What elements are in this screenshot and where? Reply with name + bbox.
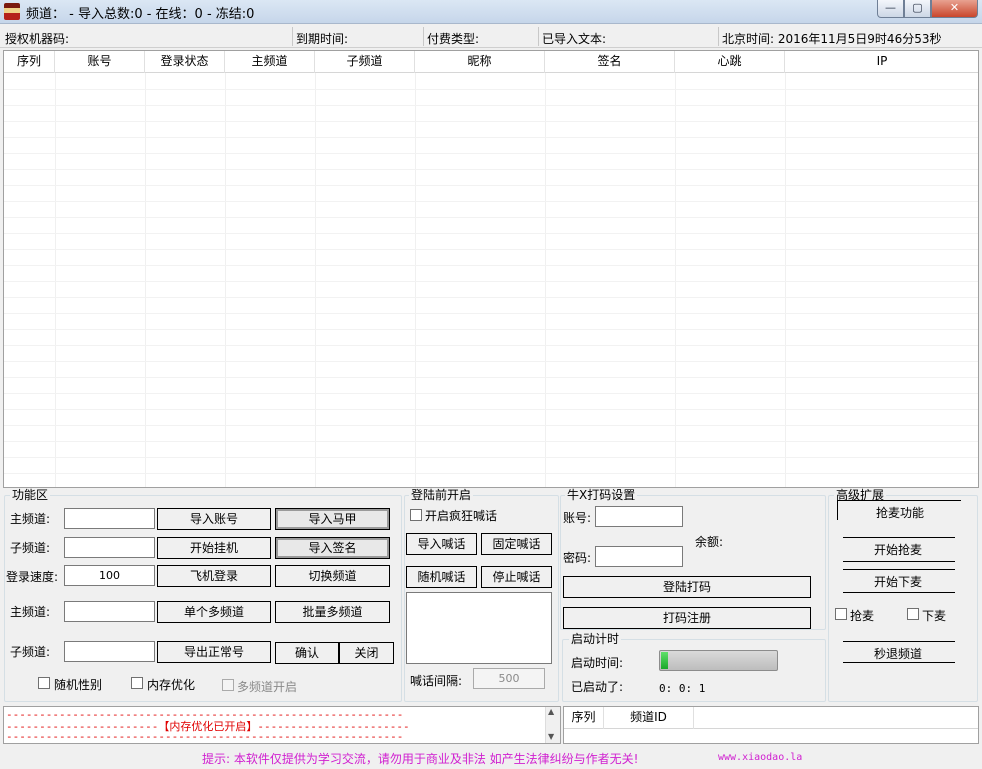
col-nickname[interactable]: 昵称 [415,51,545,73]
footer-notice: 提示: 本软件仅提供为学习交流，请勿用于商业及非法 如产生法律纠纷与作者无关! [202,752,639,766]
function-legend: 功能区 [10,488,51,502]
channel-list-header: 序列 频道ID [564,707,978,729]
down-mic-checkbox[interactable] [907,608,919,620]
captcha-account-label: 账号: [563,511,592,525]
title-bar[interactable]: 频道： - 导入总数:0 - 在线：0 - 冻结:0 — ▢ ✕ [0,0,982,24]
captcha-account-input[interactable] [595,506,683,527]
random-shout-button[interactable]: 随机喊话 [406,566,477,588]
sub-channel-label: 子频道: [10,541,51,555]
elapsed-time: 0: 0: 1 [659,682,706,695]
export-normal-button[interactable]: 导出正常号 [157,641,271,663]
grab-mic-feature-label[interactable]: 抢麦功能 [876,504,924,521]
account-table[interactable]: 序列 账号 登录状态 主频道 子频道 昵称 签名 心跳 IP [3,50,979,488]
down-mic-label: 下麦 [922,609,947,623]
random-gender-checkbox[interactable] [38,677,50,689]
col-main-channel[interactable]: 主频道 [225,51,315,73]
import-vest-button[interactable]: 导入马甲 [275,508,390,530]
log-scrollbar[interactable]: ▲ ▼ [545,707,560,743]
main-channel-input-2[interactable] [64,601,155,622]
started-label: 已启动了: [571,680,624,694]
divider [423,27,424,46]
close-window-button[interactable]: ✕ [931,0,978,18]
footer: 提示: 本软件仅提供为学习交流，请勿用于商业及非法 如产生法律纠纷与作者无关! … [0,748,982,769]
start-time-label: 启动时间: [571,656,624,670]
scroll-down-icon[interactable]: ▼ [548,732,554,741]
fixed-shout-button[interactable]: 固定喊话 [481,533,552,555]
timer-legend: 启动计时 [569,632,622,646]
channel-col-index[interactable]: 序列 [564,707,604,729]
log-line: ----------------------------------------… [6,730,404,743]
col-heartbeat[interactable]: 心跳 [675,51,785,73]
captcha-password-input[interactable] [595,546,683,567]
col-sub-channel[interactable]: 子频道 [315,51,415,73]
import-shout-button[interactable]: 导入喊话 [406,533,477,555]
stop-shout-button[interactable]: 停止喊话 [481,566,552,588]
grab-mic-checkbox[interactable] [835,608,847,620]
log-area[interactable]: ----------------------------------------… [3,706,561,744]
table-header: 序列 账号 登录状态 主频道 子频道 昵称 签名 心跳 IP [4,51,978,73]
quit-channel-button[interactable]: 秒退频道 [874,645,922,662]
crazy-shout-checkbox[interactable] [410,509,422,521]
shout-interval-input[interactable]: 500 [473,668,545,689]
footer-site-link[interactable]: www.xiaodao.la [718,752,802,763]
channel-list[interactable]: 序列 频道ID [563,706,979,744]
multi-channel-label: 多频道开启 [237,680,298,694]
channel-col-id[interactable]: 频道ID [604,707,694,729]
app-icon [4,3,20,20]
minimize-button[interactable]: — [877,0,904,18]
login-captcha-button[interactable]: 登陆打码 [563,576,811,598]
auth-machine-label: 授权机器码: [5,32,70,46]
col-signature[interactable]: 签名 [545,51,675,73]
crazy-shout-label: 开启疯狂喊话 [425,509,498,523]
sub-channel-label-2: 子频道: [10,645,51,659]
progress-fill [661,652,669,669]
main-channel-input[interactable] [64,508,155,529]
col-account[interactable]: 账号 [55,51,145,73]
captcha-register-button[interactable]: 打码注册 [563,607,811,629]
imported-text-label: 已导入文本: [542,32,607,46]
multi-channel-checkbox[interactable] [222,679,234,691]
captcha-password-label: 密码: [563,551,592,565]
login-speed-label: 登录速度: [6,570,59,584]
expire-label: 到期时间: [296,32,349,46]
sub-channel-input-2[interactable] [64,641,155,662]
import-sign-button[interactable]: 导入签名 [275,537,390,559]
main-channel-label-2: 主频道: [10,605,51,619]
maximize-button[interactable]: ▢ [904,0,931,18]
confirm-button[interactable]: 确认 [275,642,339,664]
col-login-status[interactable]: 登录状态 [145,51,225,73]
plane-login-button[interactable]: 飞机登录 [157,565,271,587]
start-hang-button[interactable]: 开始挂机 [157,537,271,559]
switch-channel-button[interactable]: 切换频道 [275,565,390,587]
divider [538,27,539,46]
start-down-button[interactable]: 开始下麦 [874,573,922,590]
captcha-balance-label: 余额: [695,535,724,549]
pay-type-label: 付费类型: [427,32,480,46]
import-account-button[interactable]: 导入账号 [157,508,271,530]
start-progress-bar [659,650,778,671]
captcha-legend: 牛X打码设置 [565,488,638,502]
sub-channel-input[interactable] [64,537,155,558]
divider [718,27,719,46]
grab-mic-label: 抢麦 [850,609,875,623]
advanced-group [828,495,978,702]
scroll-up-icon[interactable]: ▲ [548,707,554,716]
random-gender-label: 随机性别 [54,678,103,692]
mem-opt-label: 内存优化 [147,678,196,692]
mem-opt-checkbox[interactable] [131,677,143,689]
start-grab-button[interactable]: 开始抢麦 [874,541,922,558]
col-ip[interactable]: IP [785,51,978,73]
prelogin-legend: 登陆前开启 [409,488,474,502]
main-channel-label: 主频道: [10,512,51,526]
batch-multi-channel-button[interactable]: 批量多频道 [275,601,390,623]
window-title: 频道： - 导入总数:0 - 在线：0 - 冻结:0 [26,7,255,22]
single-multi-channel-button[interactable]: 单个多频道 [157,601,271,623]
divider [292,27,293,46]
close-button[interactable]: 关闭 [339,642,394,664]
col-index[interactable]: 序列 [4,51,55,73]
shout-interval-label: 喊话间隔: [410,674,463,688]
beijing-time: 北京时间: 2016年11月5日9时46分53秒 [722,32,942,46]
login-speed-input[interactable]: 100 [64,565,155,586]
shout-text-area[interactable] [406,592,552,664]
